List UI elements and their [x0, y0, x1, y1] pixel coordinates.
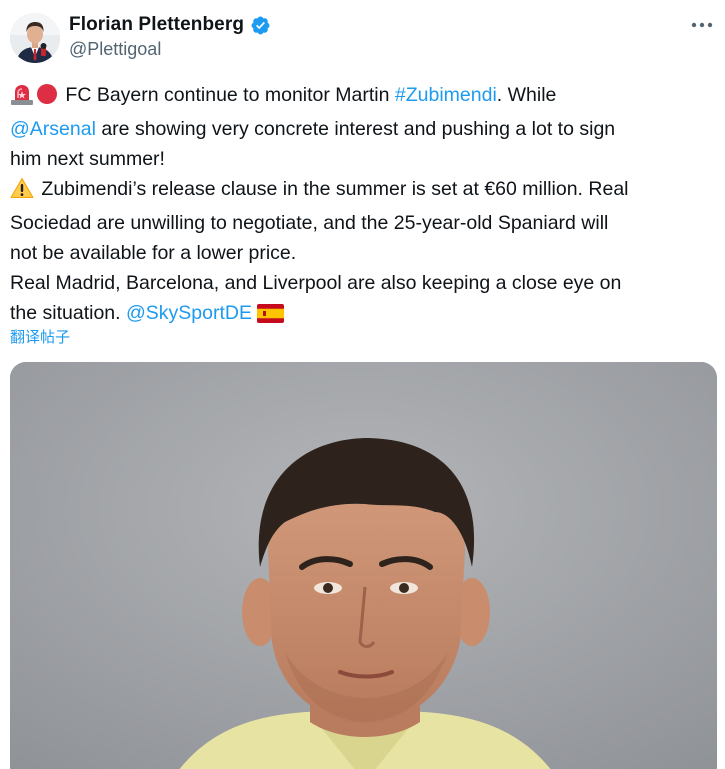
police-light-emoji [10, 83, 34, 114]
author-handle[interactable]: @Plettigoal [69, 39, 161, 60]
hashtag-link[interactable]: #Zubimendi [395, 84, 497, 106]
tweet-text-segment: are showing very concrete interest and p… [95, 118, 616, 140]
tweet-text-segment: . While [496, 84, 557, 106]
tweet-line: the situation. @SkySportDE [10, 298, 710, 332]
avatar[interactable] [10, 13, 60, 63]
translate-post-link[interactable]: 翻译帖子 [10, 326, 70, 347]
tweet-media-photo[interactable] [10, 362, 717, 769]
author-name-row: Florian Plettenberg [69, 13, 271, 37]
mention-link-arsenal[interactable]: @Arsenal [10, 118, 96, 140]
red-circle-emoji [36, 83, 58, 114]
warning-emoji [10, 177, 34, 208]
mention-link-skysportde[interactable]: @SkySportDE [126, 302, 252, 324]
verified-badge-icon[interactable] [250, 15, 271, 36]
tweet-line: Sociedad are unwilling to negotiate, and… [10, 212, 609, 234]
tweet-line: @Arsenal are showing very concrete inter… [10, 114, 710, 144]
tweet-text-segment: the situation. [10, 302, 126, 324]
tweet-line: not be available for a lower price. [10, 242, 297, 264]
more-horizontal-icon[interactable] [689, 14, 715, 36]
tweet-line: him next summer! [10, 148, 165, 170]
tweet-card: Florian Plettenberg @Plettigoal FC Bayer… [0, 0, 725, 769]
tweet-text: FC Bayern continue to monitor Martin #Zu… [10, 80, 710, 332]
tweet-text-segment: Zubimendi’s release clause in the summer… [36, 178, 629, 200]
tweet-text-segment: FC Bayern continue to monitor Martin [60, 84, 395, 106]
author-display-name[interactable]: Florian Plettenberg [69, 14, 244, 36]
spain-flag-emoji [257, 302, 285, 332]
tweet-line: Real Madrid, Barcelona, and Liverpool ar… [10, 272, 622, 294]
tweet-line: Zubimendi’s release clause in the summer… [10, 174, 710, 208]
tweet-line: FC Bayern continue to monitor Martin #Zu… [10, 80, 710, 114]
